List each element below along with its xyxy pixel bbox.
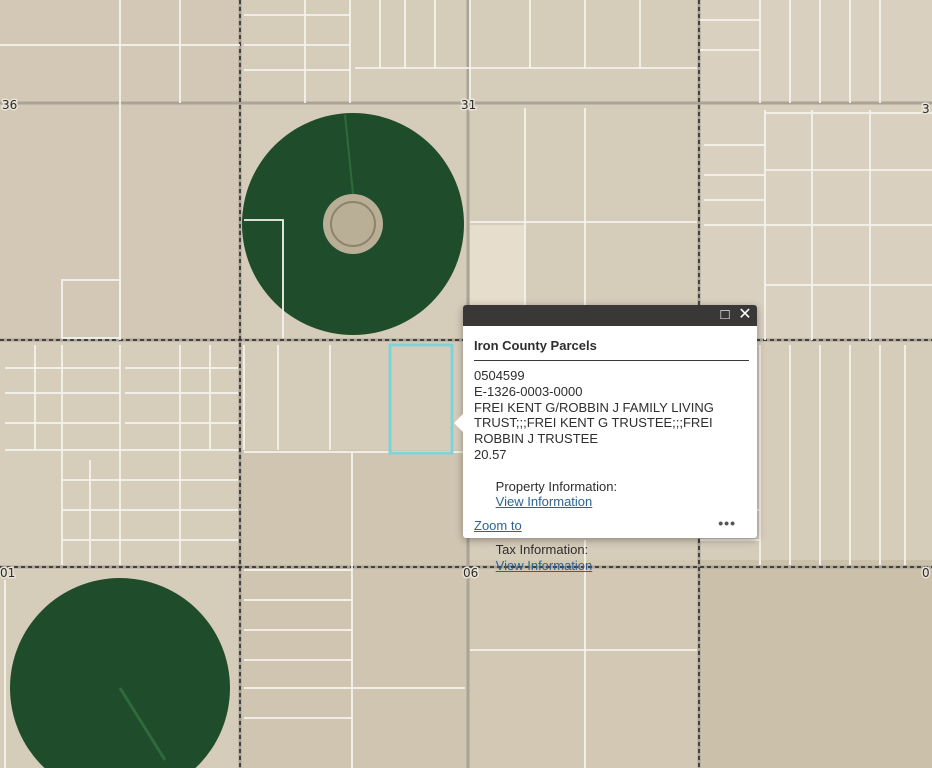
parcel-popup: □ ✕ Iron County Parcels 0504599 E-1326-0… bbox=[454, 305, 757, 573]
popup-content: 0504599 E-1326-0003-0000 FREI KENT G/ROB… bbox=[474, 368, 752, 589]
section-label: 01 bbox=[0, 566, 15, 580]
zoom-to-link[interactable]: Zoom to bbox=[474, 518, 522, 533]
acreage: 20.57 bbox=[474, 446, 507, 462]
section-label: 0 bbox=[922, 566, 930, 580]
popup-pointer bbox=[454, 413, 464, 433]
section-label: 3 bbox=[922, 102, 930, 116]
account-number: E-1326-0003-0000 bbox=[474, 383, 583, 399]
property-info-link[interactable]: View Information bbox=[496, 494, 593, 509]
maximize-icon[interactable]: □ bbox=[717, 307, 733, 323]
tax-info-label: Tax Information: bbox=[495, 541, 592, 557]
close-icon[interactable]: ✕ bbox=[737, 307, 753, 323]
tax-info-link[interactable]: View Information bbox=[496, 558, 593, 573]
tax-info-row: Tax Information: View Information bbox=[474, 526, 752, 589]
owner-name: FREI KENT G/ROBBIN J FAMILY LIVING TRUST… bbox=[474, 399, 718, 447]
property-info-label: Property Information: bbox=[495, 478, 621, 494]
more-options-button[interactable]: ••• bbox=[718, 516, 736, 530]
popup-header-bar: □ ✕ bbox=[463, 305, 757, 326]
property-info-row: Property Information: View Information bbox=[474, 463, 752, 526]
divider bbox=[474, 360, 749, 361]
parcel-id: 0504599 bbox=[474, 368, 525, 383]
popup-title: Iron County Parcels bbox=[474, 338, 597, 353]
section-label: 31 bbox=[461, 98, 476, 112]
section-label: 36 bbox=[2, 98, 17, 112]
